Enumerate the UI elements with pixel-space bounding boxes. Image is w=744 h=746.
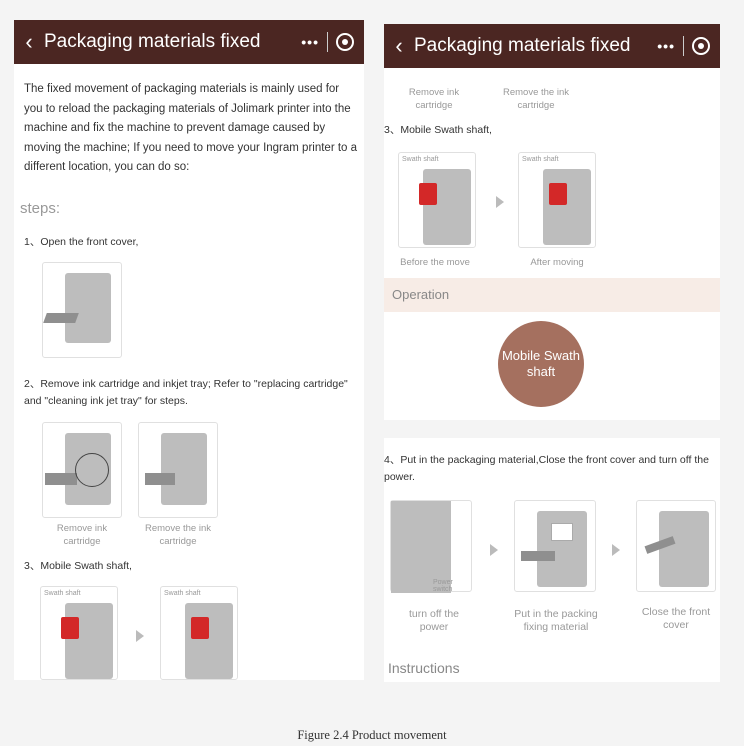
packing-material-image xyxy=(514,500,596,592)
swath-shaft-red xyxy=(61,617,79,639)
target-icon[interactable] xyxy=(336,33,354,51)
left-screenshot: ‹ Packaging materials fixed ••• The fixe… xyxy=(14,20,364,680)
swath-shaft-red xyxy=(419,183,437,205)
power-off-image: Power switch xyxy=(390,500,472,593)
caption-after: After moving xyxy=(530,257,584,268)
header-divider xyxy=(327,32,328,52)
caption-close-cover: Close the front cover xyxy=(641,606,711,631)
right-bottom-screenshot: 4、Put in the packaging material,Close th… xyxy=(384,438,720,682)
caption-remove-b: Remove the ink cartridge xyxy=(502,87,569,111)
swath-shaft-red xyxy=(191,617,209,639)
remove-cartridge-image xyxy=(42,422,122,518)
right-top-screenshot: ‹ Packaging materials fixed ••• Remove i… xyxy=(384,24,720,420)
mobile-swath-shaft-button[interactable]: Mobile Swath shaft xyxy=(498,321,584,407)
close-cover-image xyxy=(636,500,716,592)
arrow-right-icon xyxy=(136,630,144,642)
power-switch-tag: Power switch xyxy=(433,579,453,593)
chevron-left-icon[interactable]: ‹ xyxy=(14,29,44,55)
step-3-text: 3、Mobile Swath shaft, xyxy=(24,560,132,572)
swath-shaft-tag: Swath shaft xyxy=(44,590,81,597)
chevron-left-icon[interactable]: ‹ xyxy=(384,33,414,59)
step-2-text: 2、Remove ink cartridge and inkjet tray; … xyxy=(24,378,348,407)
zoom-circle xyxy=(75,453,109,487)
step2-caption-b: Remove the ink cartridge xyxy=(144,523,211,547)
header-divider xyxy=(683,36,684,56)
app-header: ‹ Packaging materials fixed ••• xyxy=(14,20,364,64)
swath-after-image: Swath shaft xyxy=(518,152,596,248)
step-4-text: 4、Put in the packaging material,Close th… xyxy=(384,454,709,483)
caption-before: Before the move xyxy=(400,257,470,268)
swath-before-image: Swath shaft xyxy=(398,152,476,248)
printer-illustration xyxy=(43,273,111,343)
arrow-right-icon xyxy=(612,544,620,556)
steps-heading: steps: xyxy=(20,200,61,217)
caption-turn-off: turn off the power xyxy=(408,608,459,633)
swath-after-image: Swath shaft xyxy=(160,586,238,680)
swath-shaft-tag: Swath shaft xyxy=(522,156,559,163)
step2-caption-a: Remove ink cartridge xyxy=(56,523,108,547)
page-title: Packaging materials fixed xyxy=(414,35,631,56)
packing-material xyxy=(551,523,573,541)
target-icon[interactable] xyxy=(692,37,710,55)
more-dots-icon[interactable]: ••• xyxy=(657,38,675,54)
swath-shaft-tag: Swath shaft xyxy=(164,590,201,597)
instructions-heading: Instructions xyxy=(388,660,460,676)
swath-shaft-red xyxy=(549,183,567,205)
page-title: Packaging materials fixed xyxy=(44,31,261,52)
operation-bar: Operation xyxy=(384,278,720,312)
arrow-right-icon xyxy=(496,196,504,208)
figure-caption: Figure 2.4 Product movement xyxy=(297,728,447,742)
caption-packing: Put in the packing fixing material xyxy=(514,608,598,633)
step-3-text: 3、Mobile Swath shaft, xyxy=(384,124,492,136)
app-header: ‹ Packaging materials fixed ••• xyxy=(384,24,720,68)
step-1-text: 1、Open the front cover, xyxy=(24,236,139,248)
more-dots-icon[interactable]: ••• xyxy=(301,34,319,50)
intro-text: The fixed movement of packaging material… xyxy=(24,83,358,173)
remove-cartridge-image-b xyxy=(138,422,218,518)
caption-remove-a: Remove ink cartridge xyxy=(408,87,460,111)
swath-shaft-tag: Swath shaft xyxy=(402,156,439,163)
open-front-cover-image xyxy=(42,262,122,358)
swath-before-image: Swath shaft xyxy=(40,586,118,680)
arrow-right-icon xyxy=(490,544,498,556)
